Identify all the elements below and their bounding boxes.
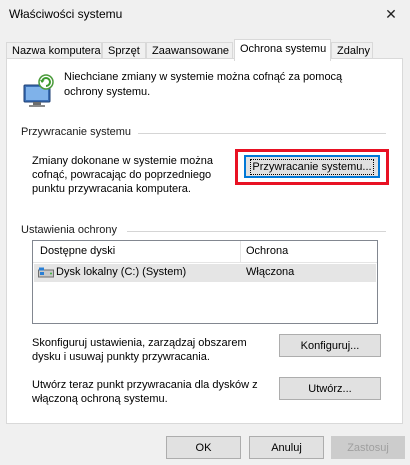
drive-icon: [38, 267, 54, 278]
configure-button-label: Konfiguruj...: [300, 339, 360, 352]
restore-group-divider: [138, 133, 386, 134]
create-description: Utwórz teraz punkt przywracania dla dysk…: [32, 379, 258, 405]
system-restore-button-label: Przywracanie systemu...: [250, 158, 374, 175]
system-properties-window: Właściwości systemu ✕ Nazwa komputera Sp…: [0, 0, 410, 465]
restore-description: Zmiany dokonane w systemie można cofnąć,…: [32, 155, 213, 195]
tab-panel-system-protection: Niechciane zmiany w systemie można cofną…: [6, 58, 403, 424]
tab-system-protection[interactable]: Ochrona systemu: [234, 39, 331, 61]
protection-group-divider: [127, 231, 386, 232]
close-icon[interactable]: ✕: [372, 0, 410, 28]
apply-button-label: Zastosuj: [347, 441, 389, 454]
column-separator: [240, 241, 241, 263]
configure-description: Skonfiguruj ustawienia, zarządzaj obszar…: [32, 337, 247, 363]
apply-button[interactable]: Zastosuj: [331, 436, 405, 459]
restore-group-label: Przywracanie systemu: [21, 126, 132, 138]
create-button[interactable]: Utwórz...: [279, 377, 381, 400]
ok-button[interactable]: OK: [166, 436, 241, 459]
header-description: Niechciane zmiany w systemie można cofną…: [64, 71, 343, 98]
cancel-button-label: Anuluj: [271, 441, 302, 454]
create-button-label: Utwórz...: [308, 382, 352, 395]
drives-table[interactable]: Dostępne dyski Ochrona Dysk lokalny (C:)…: [32, 240, 378, 324]
column-header-protection[interactable]: Ochrona: [246, 245, 288, 257]
cancel-button[interactable]: Anuluj: [249, 436, 324, 459]
drives-table-header: Dostępne dyski Ochrona: [33, 241, 377, 263]
window-title: Właściwości systemu: [9, 7, 123, 21]
computer-protection-icon: [23, 74, 54, 107]
table-row[interactable]: Dysk lokalny (C:) (System) Włączona: [34, 264, 376, 282]
column-header-drives[interactable]: Dostępne dyski: [40, 245, 115, 257]
protection-group-label: Ustawienia ochrony: [21, 224, 117, 236]
tab-bar: Nazwa komputera Sprzęt Zaawansowane Ochr…: [6, 39, 404, 61]
drive-protection-status: Włączona: [246, 266, 295, 278]
ok-button-label: OK: [195, 441, 212, 454]
configure-button[interactable]: Konfiguruj...: [279, 334, 381, 357]
system-restore-button[interactable]: Przywracanie systemu...: [244, 155, 380, 178]
drive-name: Dysk lokalny (C:) (System): [56, 266, 187, 278]
